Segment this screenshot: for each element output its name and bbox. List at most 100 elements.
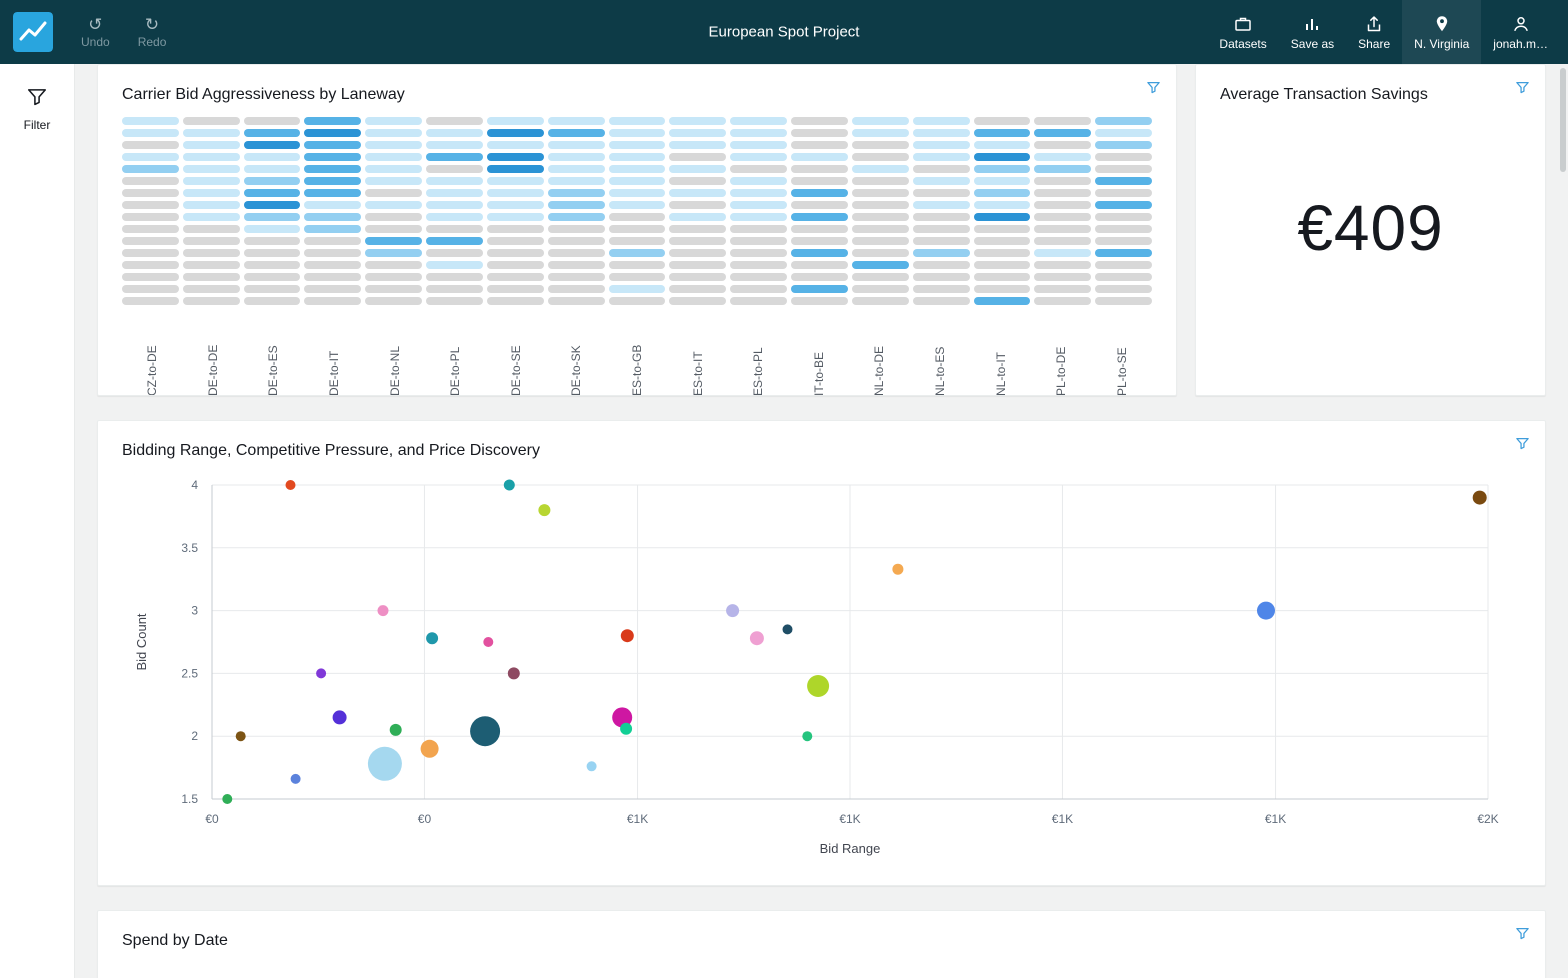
bubble-point[interactable]: [222, 794, 233, 804]
heatmap-cell[interactable]: [669, 237, 727, 245]
heatmap-cell[interactable]: [912, 249, 970, 257]
heatmap-cell[interactable]: [608, 129, 666, 137]
heatmap-cell[interactable]: [1034, 261, 1092, 269]
heatmap-cell[interactable]: [547, 129, 605, 137]
heatmap-cell[interactable]: [122, 201, 179, 209]
bubble-point[interactable]: [620, 722, 633, 735]
heatmap-cell[interactable]: [547, 297, 605, 305]
heatmap-cell[interactable]: [1095, 201, 1152, 209]
heatmap-cell[interactable]: [669, 177, 727, 185]
heatmap-cell[interactable]: [669, 153, 727, 161]
heatmap-cell[interactable]: [973, 129, 1031, 137]
heatmap-cell[interactable]: [122, 141, 179, 149]
heatmap-cell[interactable]: [365, 273, 423, 281]
heatmap-cell[interactable]: [486, 273, 544, 281]
heatmap-cell[interactable]: [912, 201, 970, 209]
heatmap-cell[interactable]: [1034, 297, 1092, 305]
heatmap-cell[interactable]: [304, 249, 362, 257]
heatmap-cell[interactable]: [608, 297, 666, 305]
heatmap-cell[interactable]: [851, 213, 909, 221]
heatmap-cell[interactable]: [304, 201, 362, 209]
bubble-point[interactable]: [426, 632, 439, 645]
heatmap-cell[interactable]: [791, 153, 848, 161]
heatmap-cell[interactable]: [669, 189, 727, 197]
heatmap-cell[interactable]: [791, 273, 848, 281]
heatmap-cell[interactable]: [365, 117, 423, 125]
heatmap-cell[interactable]: [122, 273, 179, 281]
heatmap-cell[interactable]: [608, 189, 666, 197]
heatmap-cell[interactable]: [486, 201, 544, 209]
bubble-point[interactable]: [316, 668, 327, 679]
heatmap-cell[interactable]: [608, 201, 666, 209]
heatmap-cell[interactable]: [243, 177, 301, 185]
heatmap-cell[interactable]: [1034, 237, 1092, 245]
bubble-point[interactable]: [290, 773, 301, 784]
heatmap-cell[interactable]: [304, 225, 362, 233]
heatmap-cell[interactable]: [791, 165, 848, 173]
heatmap-cell[interactable]: [182, 141, 240, 149]
heatmap-cell[interactable]: [243, 273, 301, 281]
heatmap-cell[interactable]: [669, 249, 727, 257]
heatmap-cell[interactable]: [912, 285, 970, 293]
heatmap-cell[interactable]: [730, 237, 788, 245]
heatmap-cell[interactable]: [973, 201, 1031, 209]
heatmap-cell[interactable]: [426, 177, 483, 185]
heatmap-cell[interactable]: [182, 297, 240, 305]
heatmap-cell[interactable]: [122, 117, 179, 125]
bubble-point[interactable]: [538, 504, 551, 517]
heatmap-cell[interactable]: [791, 141, 848, 149]
heatmap-cell[interactable]: [365, 177, 423, 185]
heatmap-cell[interactable]: [547, 213, 605, 221]
heatmap-cell[interactable]: [182, 261, 240, 269]
heatmap-cell[interactable]: [304, 153, 362, 161]
heatmap-cell[interactable]: [1095, 225, 1152, 233]
heatmap-cell[interactable]: [851, 285, 909, 293]
heatmap-cell[interactable]: [182, 129, 240, 137]
heatmap-cell[interactable]: [122, 129, 179, 137]
heatmap-cell[interactable]: [973, 213, 1031, 221]
heatmap-cell[interactable]: [973, 237, 1031, 245]
heatmap-cell[interactable]: [851, 201, 909, 209]
heatmap-cell[interactable]: [1095, 213, 1152, 221]
heatmap-cell[interactable]: [182, 285, 240, 293]
average-savings-card[interactable]: Average Transaction Savings €409: [1195, 64, 1546, 396]
heatmap-cell[interactable]: [243, 153, 301, 161]
vertical-scrollbar[interactable]: [1560, 68, 1566, 172]
heatmap-cell[interactable]: [730, 249, 788, 257]
heatmap-cell[interactable]: [365, 153, 423, 161]
redo-button[interactable]: ↻ Redo: [138, 15, 167, 49]
heatmap-cell[interactable]: [122, 213, 179, 221]
heatmap-cell[interactable]: [243, 165, 301, 173]
heatmap-cell[interactable]: [669, 165, 727, 173]
heatmap-cell[interactable]: [365, 201, 423, 209]
heatmap-cell[interactable]: [426, 129, 483, 137]
heatmap-cell[interactable]: [304, 285, 362, 293]
heatmap-cell[interactable]: [122, 261, 179, 269]
heatmap-cell[interactable]: [304, 261, 362, 269]
heatmap-cell[interactable]: [791, 177, 848, 185]
heatmap-cell[interactable]: [730, 285, 788, 293]
heatmap-cell[interactable]: [304, 273, 362, 281]
heatmap-cell[interactable]: [973, 189, 1031, 197]
heatmap-cell[interactable]: [973, 225, 1031, 233]
heatmap-cell[interactable]: [730, 225, 788, 233]
bubble-point[interactable]: [503, 479, 515, 491]
heatmap-cell[interactable]: [608, 261, 666, 269]
heatmap-cell[interactable]: [426, 297, 483, 305]
bubble-point[interactable]: [1257, 601, 1275, 620]
bubble-filter-button[interactable]: [1515, 436, 1530, 451]
heatmap-cell[interactable]: [365, 213, 423, 221]
heatmap-cell[interactable]: [426, 237, 483, 245]
heatmap-cell[interactable]: [1034, 201, 1092, 209]
heatmap-cell[interactable]: [851, 249, 909, 257]
heatmap-cell[interactable]: [426, 261, 483, 269]
heatmap-cell[interactable]: [851, 129, 909, 137]
heatmap-cell[interactable]: [669, 225, 727, 233]
bubble-chart-svg[interactable]: 1.5 2 2.5 3 3.5 4 €0 €0 €1K €1K €1K €1K €2K Bid Count…: [122, 469, 1522, 861]
heatmap-cell[interactable]: [486, 237, 544, 245]
heatmap-cell[interactable]: [608, 237, 666, 245]
heatmap-cell[interactable]: [547, 189, 605, 197]
heatmap-cell[interactable]: [973, 249, 1031, 257]
heatmap-cell[interactable]: [1095, 129, 1152, 137]
heatmap-cell[interactable]: [1095, 297, 1152, 305]
